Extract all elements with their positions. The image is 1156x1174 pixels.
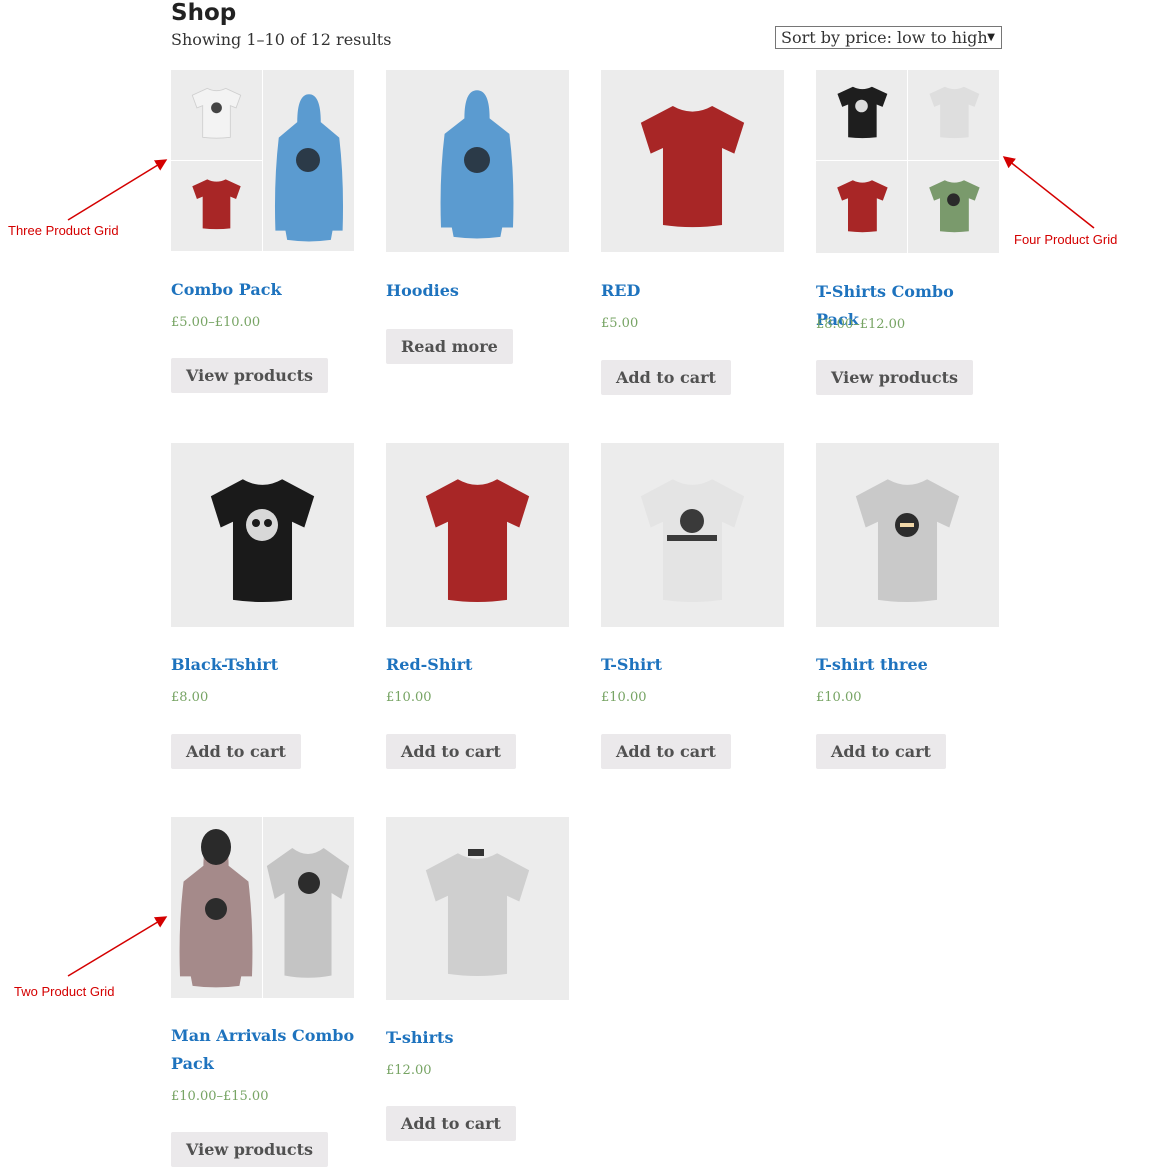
product-image[interactable]: [601, 443, 784, 627]
product-t-shirt: T-Shirt £10.00 Add to cart: [601, 443, 785, 769]
grid-cell-hoodie: [171, 817, 262, 998]
product-price: £10.00–£15.00: [171, 1089, 269, 1104]
tshirt-icon: [171, 70, 262, 160]
product-image[interactable]: [601, 70, 784, 252]
product-hoodies: Hoodies Read more: [386, 70, 570, 364]
grid-cell-black-tee: [816, 70, 907, 160]
tshirt-icon: [425, 479, 530, 603]
view-products-button[interactable]: View products: [171, 358, 328, 393]
product-combo-pack: Combo Pack £5.00–£10.00 View products: [171, 70, 355, 393]
product-image[interactable]: [171, 443, 354, 627]
dropdown-arrow-icon: ▼: [987, 32, 995, 43]
grid-cell-grey-tee: [263, 817, 354, 998]
tshirt-icon: [425, 849, 530, 977]
tshirt-icon: [640, 106, 745, 228]
result-count: Showing 1–10 of 12 results: [171, 30, 392, 49]
hoodie-icon: [274, 94, 344, 242]
product-image[interactable]: [816, 443, 999, 627]
product-tshirts-combo-pack: T-Shirts Combo Pack £8.00–£12.00 View pr…: [816, 70, 1000, 395]
add-to-cart-button[interactable]: Add to cart: [386, 1106, 516, 1141]
tshirt-icon: [640, 479, 745, 603]
tshirt-icon: [908, 70, 999, 160]
add-to-cart-button[interactable]: Add to cart: [816, 734, 946, 769]
grid-cell-red-tee: [171, 161, 262, 251]
product-image[interactable]: [386, 70, 569, 252]
tshirt-icon: [210, 479, 315, 603]
grid-cell-white-tee: [171, 70, 262, 160]
product-t-shirt-three: T-shirt three £10.00 Add to cart: [816, 443, 1000, 769]
grid-cell-white-tee: [908, 70, 999, 160]
view-products-button[interactable]: View products: [171, 1132, 328, 1167]
product-black-tshirt: Black-Tshirt £8.00 Add to cart: [171, 443, 355, 769]
arrow-two-grid: [67, 916, 168, 977]
product-title[interactable]: Man Arrivals Combo Pack: [171, 1022, 355, 1078]
tshirt-icon: [908, 161, 999, 253]
product-title[interactable]: T-shirt three: [816, 651, 1000, 679]
product-image-combo-grid[interactable]: [171, 70, 354, 251]
product-image-combo-grid[interactable]: [816, 70, 999, 253]
product-title[interactable]: Black-Tshirt: [171, 651, 355, 679]
product-image[interactable]: [386, 443, 569, 627]
product-red: RED £5.00 Add to cart: [601, 70, 785, 395]
sort-select-value: Sort by price: low to high: [781, 28, 988, 47]
tshirt-icon: [171, 161, 262, 251]
product-title[interactable]: T-Shirt: [601, 651, 785, 679]
sort-select[interactable]: Sort by price: low to high ▼: [775, 26, 1002, 49]
annotation-four-product-grid: Four Product Grid: [1014, 232, 1118, 247]
product-title[interactable]: Combo Pack: [171, 276, 355, 304]
add-to-cart-button[interactable]: Add to cart: [171, 734, 301, 769]
grid-cell-green-tee: [908, 161, 999, 253]
product-price: £5.00–£10.00: [171, 315, 261, 330]
tshirt-icon: [266, 848, 350, 978]
annotation-two-product-grid: Two Product Grid: [14, 984, 115, 999]
tshirt-icon: [855, 479, 960, 603]
arrow-four-grid: [1002, 156, 1095, 229]
product-image-combo-grid[interactable]: [171, 817, 354, 998]
view-products-button[interactable]: View products: [816, 360, 973, 395]
annotation-three-product-grid: Three Product Grid: [8, 223, 119, 238]
product-price: £5.00: [601, 316, 639, 331]
product-price: £8.00–£12.00: [816, 317, 906, 332]
tshirt-icon: [816, 161, 907, 253]
product-man-arrivals-combo-pack: Man Arrivals Combo Pack £10.00–£15.00 Vi…: [171, 817, 355, 1167]
product-price: £12.00: [386, 1063, 432, 1078]
product-title[interactable]: Hoodies: [386, 277, 570, 305]
page-title: Shop: [171, 0, 237, 26]
product-image[interactable]: [386, 817, 569, 1000]
add-to-cart-button[interactable]: Add to cart: [601, 360, 731, 395]
product-price: £10.00: [601, 690, 647, 705]
hoodie-icon: [179, 829, 253, 988]
product-title[interactable]: T-shirts: [386, 1024, 570, 1052]
arrow-three-grid: [67, 159, 168, 221]
grid-cell-red-tee: [816, 161, 907, 253]
grid-cell-blue-hoodie: [263, 70, 354, 251]
product-red-shirt: Red-Shirt £10.00 Add to cart: [386, 443, 570, 769]
tshirt-icon: [816, 70, 907, 160]
product-price: £8.00: [171, 690, 209, 705]
product-price: £10.00: [816, 690, 862, 705]
add-to-cart-button[interactable]: Add to cart: [386, 734, 516, 769]
product-price: £10.00: [386, 690, 432, 705]
add-to-cart-button[interactable]: Add to cart: [601, 734, 731, 769]
hoodie-icon: [440, 90, 514, 239]
product-t-shirts: T-shirts £12.00 Add to cart: [386, 817, 570, 1141]
product-title[interactable]: Red-Shirt: [386, 651, 570, 679]
product-title[interactable]: RED: [601, 277, 785, 305]
read-more-button[interactable]: Read more: [386, 329, 513, 364]
